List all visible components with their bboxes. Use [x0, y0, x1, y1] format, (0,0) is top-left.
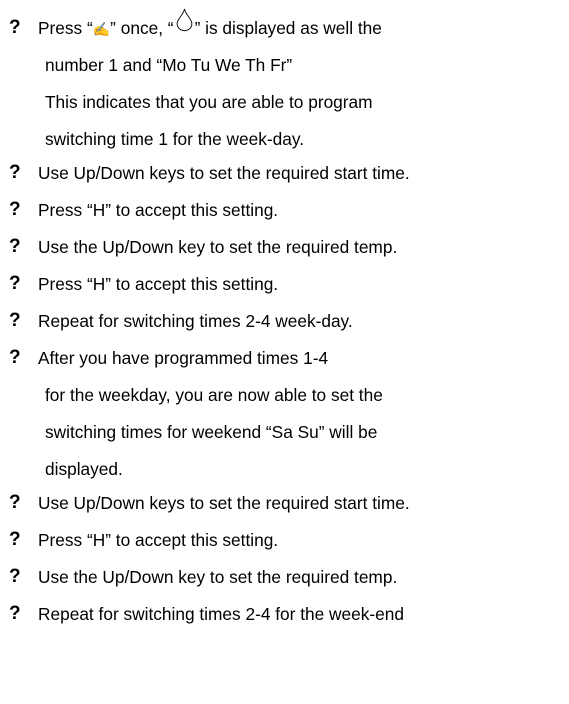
text-fragment: Press “ [38, 18, 93, 38]
text-fragment: ” once, “ [110, 18, 174, 38]
bullet-marker: ? [9, 529, 21, 550]
item-line: Use Up/Down keys to set the required sta… [38, 493, 410, 513]
item-line: Use Up/Down keys to set the required sta… [38, 163, 410, 183]
item-line: number 1 and “Mo Tu We Th Fr” [45, 55, 293, 75]
bullet-marker: ? [9, 492, 21, 513]
item-line: switching times for weekend “Sa Su” will… [45, 422, 378, 442]
pencil-icon: ✍ [92, 21, 111, 37]
bullet-marker: ? [9, 310, 21, 331]
bullet-marker: ? [9, 347, 21, 368]
item-line: Repeat for switching times 2-4 for the w… [38, 604, 404, 624]
item-line: After you have programmed times 1-4 [38, 348, 329, 368]
item-line: for the weekday, you are now able to set… [45, 385, 383, 405]
bullet-marker: ? [9, 566, 21, 587]
item-line: Press “H” to accept this setting. [38, 200, 279, 220]
bullet-marker: ? [9, 162, 21, 183]
bullet-marker: ? [9, 273, 21, 294]
bullet-marker: ? [9, 603, 21, 624]
item-line: Press “H” to accept this setting. [38, 274, 279, 294]
item-line: Press “✍” once, “ ” is displayed as well … [38, 8, 382, 49]
item-line: Press “H” to accept this setting. [38, 530, 279, 550]
item-line: This indicates that you are able to prog… [45, 92, 373, 112]
item-line: Use the Up/Down key to set the required … [38, 567, 398, 587]
item-line: Use the Up/Down key to set the required … [38, 237, 398, 257]
bullet-marker: ? [9, 199, 21, 220]
drop-icon [176, 8, 192, 32]
text-fragment: ” is displayed as well the [194, 18, 382, 38]
bullet-marker: ? [9, 17, 21, 38]
item-line: Repeat for switching times 2-4 week-day. [38, 311, 353, 331]
bullet-marker: ? [9, 236, 21, 257]
instruction-document: ? Press “✍” once, “ ” is displayed as wel… [0, 0, 569, 704]
